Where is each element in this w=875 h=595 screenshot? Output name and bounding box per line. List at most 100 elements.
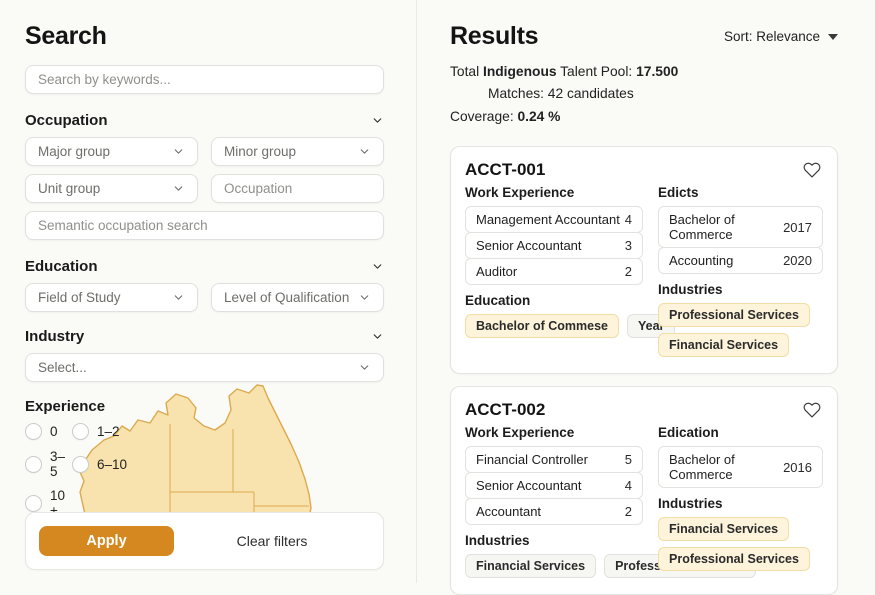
favorite-button[interactable] bbox=[801, 399, 823, 421]
role-name: Financial Controller bbox=[476, 452, 588, 467]
industry-section-header[interactable]: Industry bbox=[25, 328, 384, 345]
work-experience-label: Work Experience bbox=[465, 425, 643, 440]
role-years: 3 bbox=[625, 238, 632, 253]
chevron-down-icon bbox=[172, 182, 185, 195]
industry-select-value: Select... bbox=[38, 360, 87, 375]
chevron-down-icon bbox=[358, 361, 371, 374]
occupation-section-label: Occupation bbox=[25, 112, 108, 129]
industry-tags: Financial Services Professional Services bbox=[658, 517, 823, 571]
experience-radio-group: 0 1–2 3–5 6–10 10 + bbox=[25, 423, 185, 518]
card-header: ACCT-001 bbox=[465, 159, 823, 181]
search-title: Search bbox=[25, 22, 384, 51]
results-header: Results Sort: Relevance bbox=[450, 22, 838, 51]
total-pool-suffix: Talent Pool: bbox=[557, 64, 637, 79]
keyword-search-input[interactable] bbox=[25, 65, 384, 94]
experience-radio-0[interactable]: 0 bbox=[25, 423, 58, 440]
clear-filters-button[interactable]: Clear filters bbox=[174, 533, 370, 549]
role-years: 2 bbox=[625, 504, 632, 519]
candidate-id: ACCT-002 bbox=[465, 400, 545, 420]
qualification-year: 2017 bbox=[783, 220, 812, 235]
total-pool-emphasis: Indigenous bbox=[483, 64, 557, 79]
candidate-card-acct-002: ACCT-002 Work Experience Financial Contr… bbox=[450, 386, 838, 595]
education-section-label: Education bbox=[25, 258, 98, 275]
role-name: Auditor bbox=[476, 264, 517, 279]
occupation-input[interactable] bbox=[211, 174, 384, 203]
chevron-down-icon bbox=[371, 260, 384, 273]
role-years: 4 bbox=[625, 478, 632, 493]
apply-button[interactable]: Apply bbox=[39, 526, 174, 556]
industry-tag: Financial Services bbox=[465, 554, 596, 578]
coverage-label: Coverage: bbox=[450, 109, 518, 124]
industry-tag: Professional Services bbox=[658, 303, 810, 327]
chevron-down-icon bbox=[172, 291, 185, 304]
role-years: 2 bbox=[625, 264, 632, 279]
results-title: Results bbox=[450, 22, 538, 51]
education-tag: Bachelor of Commese bbox=[465, 314, 619, 338]
radio-circle-icon bbox=[25, 495, 42, 512]
experience-section-label: Experience bbox=[25, 398, 105, 415]
experience-radio-6-10[interactable]: 6–10 bbox=[72, 449, 127, 479]
minor-group-select[interactable]: Minor group bbox=[211, 137, 384, 166]
experience-option-label: 3–5 bbox=[50, 449, 72, 479]
experience-section-header: Experience bbox=[25, 398, 384, 415]
stats-line-2: Coverage: 0.24 % bbox=[450, 106, 838, 128]
role-years: 4 bbox=[625, 212, 632, 227]
search-filters-panel: Search Occupation Major group Minor grou… bbox=[0, 0, 417, 583]
industry-tags: Professional Services Financial Services bbox=[658, 303, 823, 357]
sort-dropdown[interactable]: Sort: Relevance bbox=[724, 29, 838, 44]
level-of-qualification-select[interactable]: Level of Qualification bbox=[211, 283, 384, 312]
qualification-list: Bachelor of Commerce2016 bbox=[658, 446, 823, 488]
education-section-header[interactable]: Education bbox=[25, 258, 384, 275]
industry-tag: Financial Services bbox=[658, 517, 789, 541]
experience-radio-3-5[interactable]: 3–5 bbox=[25, 449, 72, 479]
radio-circle-icon bbox=[72, 456, 89, 473]
card-header: ACCT-002 bbox=[465, 399, 823, 421]
occupation-section-header[interactable]: Occupation bbox=[25, 112, 384, 129]
total-pool-prefix: Total bbox=[450, 64, 483, 79]
results-stats: Total Indigenous Talent Pool: 17.500Matc… bbox=[450, 61, 838, 128]
qualification-row: Bachelor of Commerce2017 bbox=[658, 206, 823, 248]
edicts-label: Edicts bbox=[658, 185, 823, 200]
sort-label: Sort: Relevance bbox=[724, 29, 820, 44]
education-label: Education bbox=[465, 293, 643, 308]
chevron-down-icon bbox=[358, 291, 371, 304]
work-experience-row: Management Accountant4 bbox=[465, 206, 643, 233]
role-name: Senior Accountant bbox=[476, 478, 582, 493]
card-left-column: Work Experience Management Accountant4 S… bbox=[465, 185, 643, 338]
card-left-column: Work Experience Financial Controller5 Se… bbox=[465, 425, 643, 578]
work-experience-row: Financial Controller5 bbox=[465, 446, 643, 473]
industry-section-label: Industry bbox=[25, 328, 84, 345]
matches-count: Matches: 42 candidates bbox=[488, 83, 634, 105]
work-experience-label: Work Experience bbox=[465, 185, 643, 200]
card-columns: Work Experience Management Accountant4 S… bbox=[465, 185, 823, 357]
semantic-occupation-input[interactable] bbox=[25, 211, 384, 240]
results-panel: Results Sort: Relevance Total Indigenous… bbox=[418, 0, 875, 583]
experience-radio-1-2[interactable]: 1–2 bbox=[72, 423, 120, 440]
industry-select[interactable]: Select... bbox=[25, 353, 384, 382]
work-experience-row: Auditor 2 bbox=[465, 258, 643, 285]
qualification-row: Accounting2020 bbox=[658, 247, 823, 274]
major-group-value: Major group bbox=[38, 144, 110, 159]
heart-icon bbox=[803, 161, 821, 179]
unit-group-value: Unit group bbox=[38, 181, 100, 196]
experience-option-label: 1–2 bbox=[97, 424, 120, 439]
unit-group-select[interactable]: Unit group bbox=[25, 174, 198, 203]
industry-tag: Professional Services bbox=[658, 547, 810, 571]
radio-circle-icon bbox=[72, 423, 89, 440]
industries-label: Industries bbox=[658, 496, 823, 511]
role-name: Senior Accountant bbox=[476, 238, 582, 253]
chevron-down-icon bbox=[172, 145, 185, 158]
work-experience-row: Accountant2 bbox=[465, 498, 643, 525]
card-columns: Work Experience Financial Controller5 Se… bbox=[465, 425, 823, 578]
major-group-select[interactable]: Major group bbox=[25, 137, 198, 166]
coverage-value: 0.24 % bbox=[518, 109, 561, 124]
favorite-button[interactable] bbox=[801, 159, 823, 181]
industries-label: Industries bbox=[465, 533, 643, 548]
card-right-column: Edicts Bachelor of Commerce2017 Accounti… bbox=[658, 185, 823, 357]
heart-icon bbox=[803, 401, 821, 419]
caret-down-icon bbox=[828, 34, 838, 40]
chevron-down-icon bbox=[358, 145, 371, 158]
field-of-study-select[interactable]: Field of Study bbox=[25, 283, 198, 312]
industry-tags: Financial Services Professional Services bbox=[465, 554, 643, 578]
radio-circle-icon bbox=[25, 456, 42, 473]
